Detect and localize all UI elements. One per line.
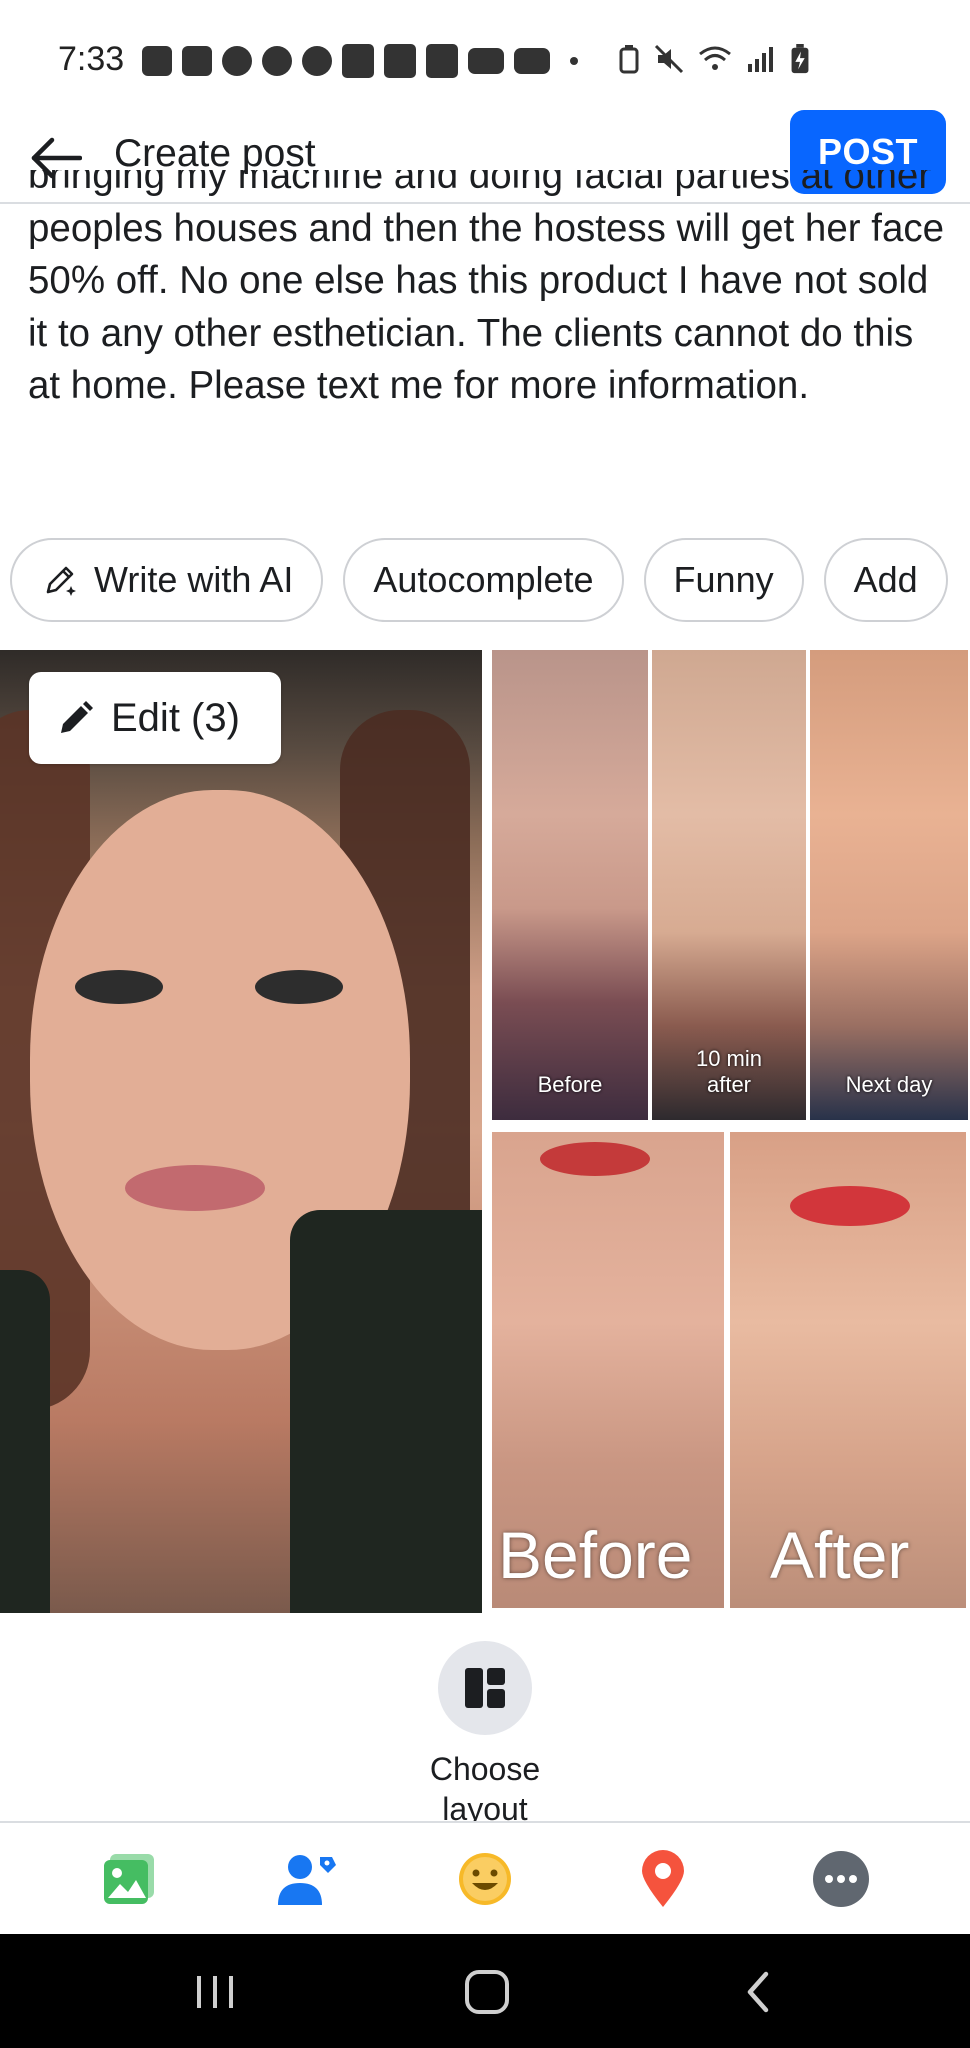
message-icon — [142, 46, 172, 76]
youtube-icon — [468, 48, 504, 74]
add-chip[interactable]: Add — [823, 538, 948, 622]
pencil-sparkle-icon — [40, 560, 80, 600]
more-icon — [813, 1851, 869, 1907]
chevron-left-icon — [747, 1971, 769, 2013]
suggestion-chips: Write with AI Autocomplete Funny Add — [10, 538, 970, 624]
photo-icon — [104, 1854, 154, 1904]
photo-caption: Next day — [845, 1072, 933, 1097]
tag-people-button[interactable] — [271, 1843, 343, 1915]
news-icon — [342, 44, 374, 78]
feeling-activity-button[interactable] — [449, 1843, 521, 1915]
news-icon — [426, 44, 458, 78]
more-notifications-dot-icon — [570, 57, 578, 65]
youtube-icon — [514, 48, 550, 74]
chip-label: Autocomplete — [373, 559, 594, 600]
check-in-button[interactable] — [627, 1843, 699, 1915]
recent-apps-icon — [197, 1976, 233, 2008]
edit-label: Edit (3) — [111, 695, 240, 740]
photo-video-button[interactable] — [93, 1843, 165, 1915]
location-icon — [642, 1850, 684, 1907]
write-with-ai-chip[interactable]: Write with AI — [10, 538, 324, 622]
photo-before-after[interactable]: Before After — [490, 1128, 970, 1613]
system-back-button[interactable] — [728, 1964, 788, 2020]
home-icon — [465, 1970, 509, 2014]
feeling-icon — [459, 1853, 511, 1905]
status-bar: 7:33 — [0, 0, 970, 120]
photo-grid: Edit (3) Before 10 min after Next day Be… — [0, 650, 970, 1613]
system-navigation-bar — [0, 1934, 970, 2048]
mute-icon — [654, 44, 684, 74]
choose-layout-section: Choose layout — [0, 1613, 970, 1823]
photo-caption: Before — [537, 1072, 603, 1097]
chip-label: Funny — [673, 559, 774, 600]
facebook-icon — [262, 46, 292, 76]
home-button[interactable] — [457, 1964, 517, 2020]
news-icon — [384, 44, 416, 78]
photo-selfie[interactable]: Edit (3) — [0, 650, 482, 1613]
recent-apps-button[interactable] — [185, 1964, 245, 2020]
facebook-icon — [222, 46, 252, 76]
edit-photos-button[interactable]: Edit (3) — [29, 672, 281, 764]
choose-layout-label: Choose layout — [429, 1751, 541, 1823]
photo-before-after-necks[interactable]: Before 10 min after Next day — [490, 650, 970, 1120]
more-options-button[interactable] — [805, 1843, 877, 1915]
notification-icons — [142, 44, 578, 78]
post-text-area[interactable]: bringing my machine and doing facial par… — [28, 170, 948, 490]
photo-caption: After — [770, 1518, 910, 1592]
facebook-icon — [302, 46, 332, 76]
wifi-icon — [699, 46, 731, 70]
pencil-icon — [57, 699, 95, 737]
battery-saver-icon — [619, 45, 639, 74]
signal-icon — [748, 47, 773, 72]
post-text: bringing my machine and doing facial par… — [28, 170, 945, 407]
chip-label: Add — [853, 559, 918, 600]
photo-caption: Before — [498, 1518, 693, 1592]
photo-caption: 10 min after — [695, 1046, 763, 1097]
battery-charging-icon — [791, 44, 809, 74]
post-toolbar — [0, 1825, 970, 1933]
layout-grid-icon — [465, 1668, 505, 1708]
autocomplete-chip[interactable]: Autocomplete — [343, 538, 624, 622]
tag-people-icon — [278, 1855, 336, 1905]
system-icons — [618, 44, 810, 74]
chip-label: Write with AI — [94, 559, 294, 600]
choose-layout-button[interactable] — [438, 1641, 532, 1735]
funny-chip[interactable]: Funny — [643, 538, 804, 622]
forward-message-icon — [182, 46, 212, 76]
status-time: 7:33 — [58, 40, 125, 78]
